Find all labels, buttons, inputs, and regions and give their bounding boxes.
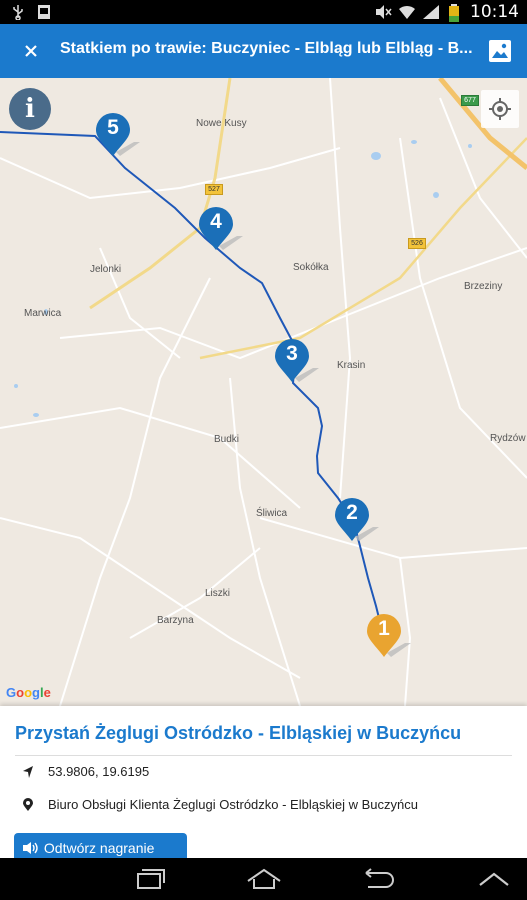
navigation-arrow-icon: [22, 765, 34, 779]
place-label: Śliwica: [256, 508, 288, 519]
marker-label: 5: [107, 116, 119, 139]
address-row: Biuro Obsługi Klienta Żeglugi Ostródzko …: [22, 797, 418, 812]
place-label: Barzyna: [157, 615, 194, 626]
battery-icon: [446, 4, 462, 22]
signal-icon: [422, 4, 439, 20]
info-icon[interactable]: i: [9, 88, 51, 130]
route-marker-2[interactable]: 2: [333, 497, 379, 545]
place-title: Przystań Żeglugi Ostródzko - Elbląskiej …: [15, 723, 462, 743]
place-label: Sokółka: [293, 262, 329, 273]
place-label: Krasin: [337, 360, 366, 371]
marker-label: 4: [210, 210, 222, 233]
place-label: Budki: [214, 434, 240, 445]
place-detail-panel: Przystań Żeglugi Ostródzko - Elbląskiej …: [0, 706, 527, 863]
place-label: Brzeziny: [464, 281, 503, 292]
location-pin-icon: [22, 797, 34, 812]
divider: [15, 755, 512, 756]
google-logo: Google: [6, 685, 51, 700]
coordinates-text: 53.9806, 19.6195: [48, 764, 150, 779]
place-label: Rydzów: [490, 433, 526, 444]
chevron-up-icon[interactable]: [474, 867, 514, 891]
image-gallery-icon[interactable]: [487, 38, 513, 64]
mute-icon: [374, 4, 392, 20]
route-marker-5[interactable]: 5: [94, 112, 140, 160]
recent-apps-icon[interactable]: [130, 867, 170, 891]
app-bar: Statkiem po trawie: Buczyniec - Elbląg l…: [0, 24, 527, 78]
status-bar: 10:14: [0, 0, 527, 24]
map-view[interactable]: 677 527 526 Nowe Kusy Jelonki Marwica So…: [0, 78, 527, 706]
play-button-label: Odtwórz nagranie: [43, 840, 155, 856]
road-badge: 677: [461, 95, 479, 106]
back-icon[interactable]: [358, 867, 398, 891]
place-label: Nowe Kusy: [196, 118, 247, 129]
place-label: Liszki: [205, 588, 231, 599]
marker-label: 3: [286, 342, 298, 365]
marker-label: 2: [346, 501, 358, 524]
usb-icon: [10, 4, 26, 21]
close-icon[interactable]: [18, 38, 44, 64]
status-time: 10:14: [470, 2, 519, 22]
route-marker-3[interactable]: 3: [273, 338, 319, 386]
marker-label: 1: [378, 617, 390, 640]
place-label: Marwica: [24, 308, 62, 319]
speaker-icon: [23, 842, 38, 854]
my-location-icon[interactable]: [481, 90, 519, 128]
system-nav-bar: [0, 858, 527, 900]
route-line: [0, 131, 383, 631]
road-badge: 526: [408, 238, 426, 249]
road-badge: 527: [205, 184, 223, 195]
route-marker-1[interactable]: 1: [365, 613, 411, 661]
place-label: Jelonki: [90, 264, 122, 275]
address-text: Biuro Obsługi Klienta Żeglugi Ostródzko …: [48, 797, 418, 812]
wifi-icon: [398, 4, 415, 20]
route-marker-4[interactable]: 4: [197, 206, 243, 254]
home-icon[interactable]: [244, 867, 284, 891]
map-base: [0, 78, 527, 706]
page-title: Statkiem po trawie: Buczyniec - Elbląg l…: [60, 40, 473, 57]
coordinates-row: 53.9806, 19.6195: [22, 764, 149, 779]
image-notification-icon: [36, 4, 52, 20]
